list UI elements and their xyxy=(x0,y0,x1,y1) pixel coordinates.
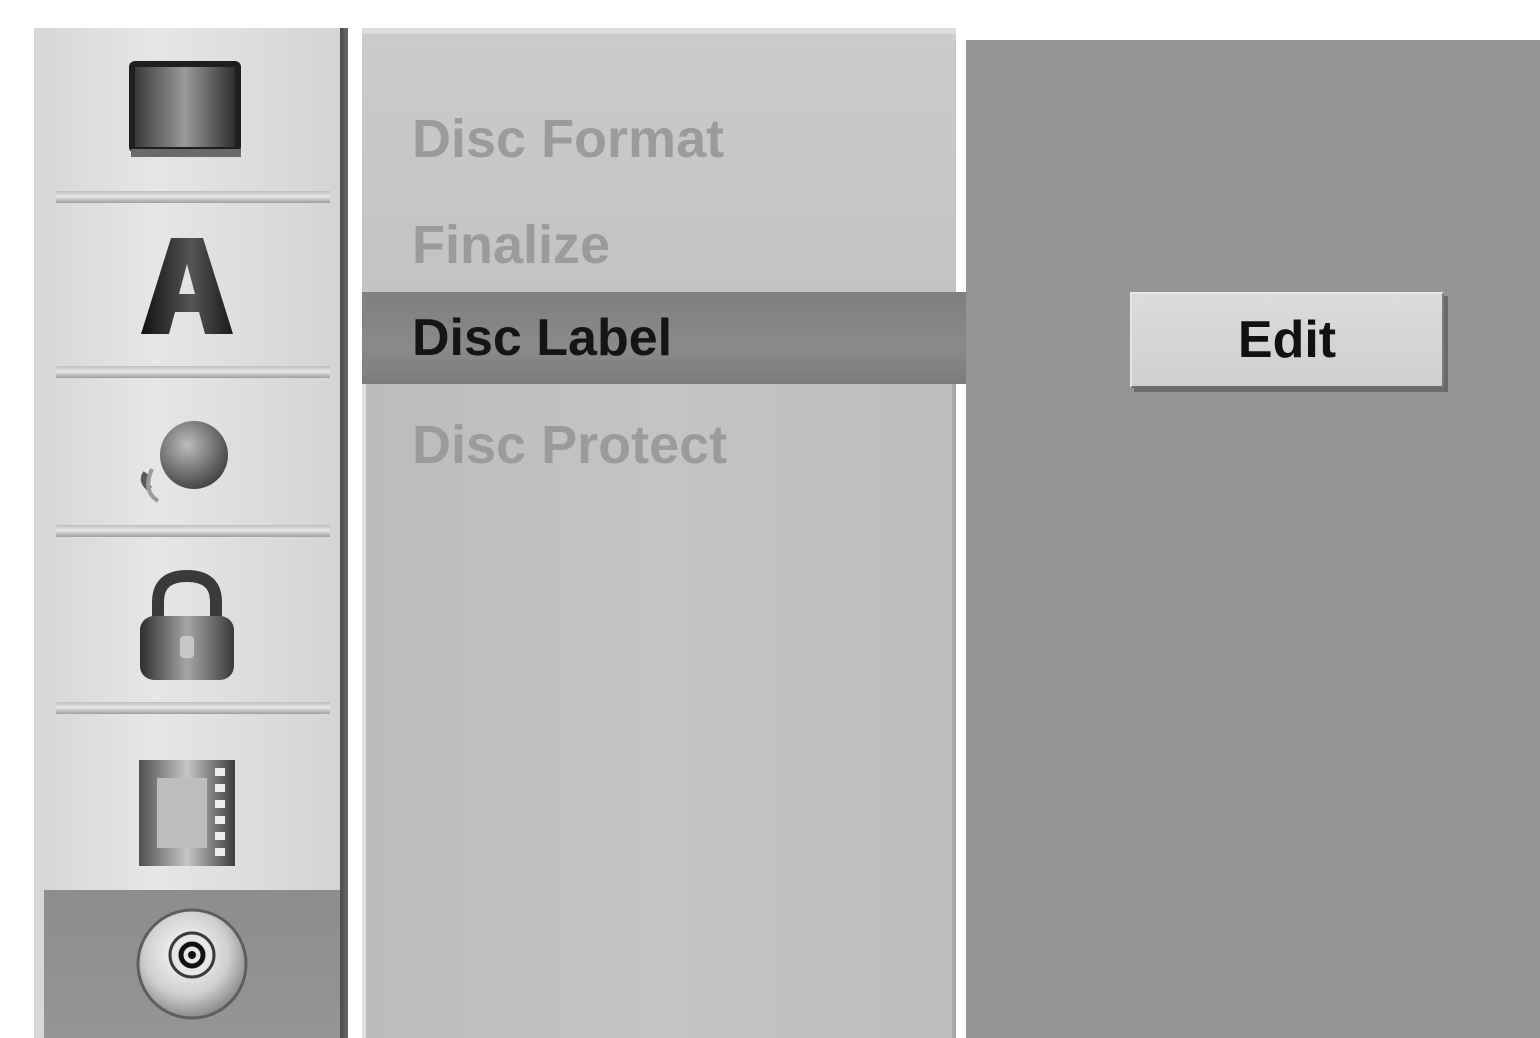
menu-item-disc-label[interactable]: Disc Label xyxy=(362,292,968,384)
edit-button[interactable]: Edit xyxy=(1130,292,1444,388)
disc-menu-panel: Disc Format Finalize Disc Protect xyxy=(362,28,956,1038)
sidebar-divider xyxy=(56,191,330,203)
audio-speaker-icon xyxy=(132,411,242,511)
sidebar-divider xyxy=(56,366,330,378)
sidebar-item-language[interactable] xyxy=(34,206,340,366)
disc-icon xyxy=(133,905,251,1023)
sidebar-item-disc[interactable] xyxy=(44,890,340,1038)
sidebar-item-display[interactable] xyxy=(34,28,340,190)
tv-screen-icon xyxy=(127,57,247,161)
sidebar-item-lock[interactable] xyxy=(34,542,340,714)
sidebar-divider xyxy=(56,525,330,537)
sidebar-divider xyxy=(56,702,330,714)
sidebar-item-audio[interactable] xyxy=(34,380,340,542)
settings-category-sidebar xyxy=(34,28,348,1038)
option-content-area xyxy=(966,40,1540,1038)
menu-item-finalize[interactable]: Finalize xyxy=(412,218,610,272)
padlock-icon xyxy=(132,570,242,686)
menu-item-label: Disc Label xyxy=(412,309,673,367)
menu-item-disc-format[interactable]: Disc Format xyxy=(412,112,724,166)
film-strip-icon xyxy=(137,758,237,868)
language-letter-a-icon xyxy=(137,234,237,338)
sidebar-item-recording[interactable] xyxy=(34,718,340,908)
menu-item-disc-protect[interactable]: Disc Protect xyxy=(412,418,727,472)
